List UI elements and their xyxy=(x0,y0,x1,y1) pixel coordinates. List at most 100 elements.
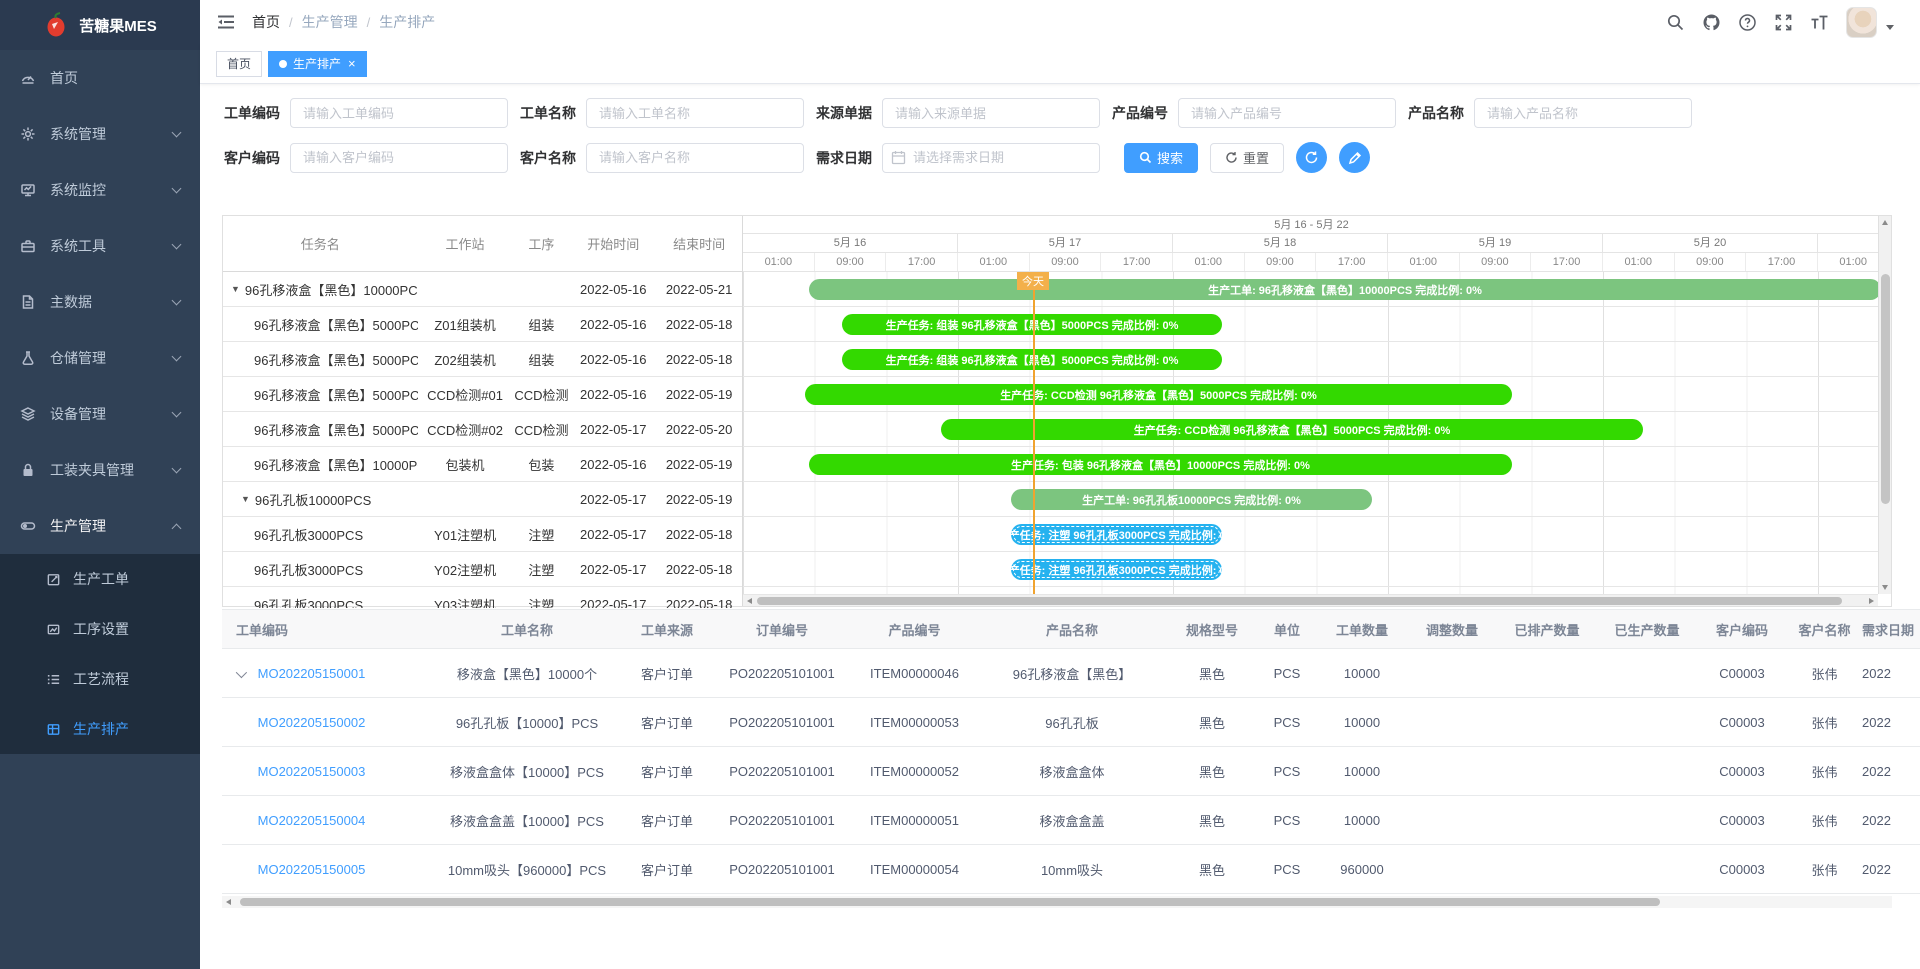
table-horizontal-scrollbar[interactable] xyxy=(222,896,1892,908)
gantt-bar[interactable]: 生产任务: 注塑 96孔孔板3000PCS 完成比例: 0% xyxy=(1011,559,1222,580)
gantt-bar[interactable]: 生产任务: CCD检测 96孔移液盒【黑色】5000PCS 完成比例: 0% xyxy=(805,384,1512,405)
table-row[interactable]: MO202205150004 移液盒盒盖【10000】PCS 客户订单 PO20… xyxy=(222,796,1920,845)
task-name: 96孔孔板3000PCS xyxy=(254,560,363,579)
chevron-down-icon xyxy=(172,240,182,250)
source-doc-input[interactable] xyxy=(882,98,1100,128)
sidebar-item-production[interactable]: 生产管理 xyxy=(0,498,200,554)
reset-button[interactable]: 重置 xyxy=(1210,143,1284,173)
fullscreen-icon[interactable] xyxy=(1774,13,1793,32)
gantt-task-row[interactable]: 96孔孔板3000PCS Y03注塑机 注塑 2022-05-17 2022-0… xyxy=(223,587,742,608)
timeline-range-label: 5月 16 - 5月 22 xyxy=(743,216,1880,234)
sidebar-item-process-flow[interactable]: 工艺流程 xyxy=(0,654,200,704)
tag-close-icon[interactable]: × xyxy=(348,57,356,70)
tag-scheduling[interactable]: 生产排产 × xyxy=(268,51,367,77)
date-picker xyxy=(882,143,1100,173)
gantt-task-row[interactable]: 96孔移液盒【黑色】10000PCS 包装机 包装 2022-05-16 202… xyxy=(223,447,742,482)
demand-date-input[interactable] xyxy=(882,143,1100,173)
sidebar-item-work-order[interactable]: 生产工单 xyxy=(0,554,200,604)
sidebar-item-system-monitor[interactable]: 系统监控 xyxy=(0,162,200,218)
expand-triangle-icon[interactable]: ▼ xyxy=(231,284,240,294)
scrollbar-thumb[interactable] xyxy=(757,597,1842,605)
sidebar-item-home[interactable]: 首页 xyxy=(0,50,200,106)
start-time: 2022-05-17 xyxy=(570,492,656,507)
gantt-task-row[interactable]: 96孔移液盒【黑色】5000PCS Z01组装机 组装 2022-05-16 2… xyxy=(223,307,742,342)
customer-code-input[interactable] xyxy=(290,143,508,173)
monitor-icon xyxy=(20,182,36,198)
gantt-bar[interactable]: 生产工单: 96孔孔板10000PCS 完成比例: 0% xyxy=(1011,489,1372,510)
github-icon[interactable] xyxy=(1702,13,1721,32)
start-time: 2022-05-17 xyxy=(570,597,656,609)
gantt-task-row[interactable]: 96孔移液盒【黑色】5000PCS CCD检测#01 CCD检测 2022-05… xyxy=(223,377,742,412)
sidebar-item-fixtures[interactable]: 工装夹具管理 xyxy=(0,442,200,498)
sidebar-item-master-data[interactable]: 主数据 xyxy=(0,274,200,330)
chevron-down-icon xyxy=(172,464,182,474)
gantt-bar[interactable]: 生产任务: 包装 96孔移液盒【黑色】10000PCS 完成比例: 0% xyxy=(809,454,1512,475)
scroll-up-arrow-icon[interactable] xyxy=(1882,220,1888,225)
work-order-code-link[interactable]: MO202205150001 xyxy=(258,666,366,681)
help-icon[interactable] xyxy=(1738,13,1757,32)
gantt-vertical-scrollbar[interactable] xyxy=(1878,216,1891,594)
work-order-code-link[interactable]: MO202205150005 xyxy=(258,862,366,877)
gantt-bar[interactable]: 生产任务: 组装 96孔移液盒【黑色】5000PCS 完成比例: 0% xyxy=(842,314,1222,335)
sidebar-item-warehouse[interactable]: 仓储管理 xyxy=(0,330,200,386)
expand-triangle-icon[interactable]: ▼ xyxy=(241,494,250,504)
search-button[interactable]: 搜索 xyxy=(1124,143,1198,173)
avatar-caret-icon[interactable] xyxy=(1886,25,1894,30)
sidebar-item-label: 主数据 xyxy=(50,292,173,312)
gantt-task-row[interactable]: ▼ 96孔孔板10000PCS 2022-05-17 2022-05-19 xyxy=(223,482,742,517)
work-order-name-input[interactable] xyxy=(586,98,804,128)
gantt-bar[interactable]: 生产任务: 注塑 96孔孔板3000PCS 完成比例: 0% xyxy=(1011,524,1222,545)
row-expand-icon[interactable] xyxy=(236,666,247,677)
edit-round-button[interactable] xyxy=(1339,142,1370,173)
breadcrumb-production[interactable]: 生产管理 xyxy=(302,12,358,32)
cell-qty: 10000 xyxy=(1317,666,1407,681)
cell-item-no: ITEM00000051 xyxy=(852,813,977,828)
scroll-right-arrow-icon[interactable] xyxy=(1869,598,1874,604)
gantt-task-row[interactable]: 96孔孔板3000PCS Y02注塑机 注塑 2022-05-17 2022-0… xyxy=(223,552,742,587)
search-icon xyxy=(1139,151,1152,164)
gantt-horizontal-scrollbar[interactable] xyxy=(743,594,1878,606)
sidebar-item-system-tools[interactable]: 系统工具 xyxy=(0,218,200,274)
gantt-task-row[interactable]: 96孔孔板3000PCS Y01注塑机 注塑 2022-05-17 2022-0… xyxy=(223,517,742,552)
work-order-code-input[interactable] xyxy=(290,98,508,128)
table-row[interactable]: MO202205150005 10mm吸头【960000】PCS 客户订单 PO… xyxy=(222,845,1920,894)
scroll-left-arrow-icon[interactable] xyxy=(747,598,752,604)
sidebar-item-process-setting[interactable]: 工序设置 xyxy=(0,604,200,654)
work-order-code-link[interactable]: MO202205150002 xyxy=(258,715,366,730)
lock-icon xyxy=(20,462,36,478)
avatar[interactable] xyxy=(1846,7,1877,38)
table-row[interactable]: MO202205150002 96孔孔板【10000】PCS 客户订单 PO20… xyxy=(222,698,1920,747)
work-order-code-link[interactable]: MO202205150003 xyxy=(258,764,366,779)
font-size-icon[interactable] xyxy=(1810,13,1829,32)
breadcrumb-home[interactable]: 首页 xyxy=(252,12,280,32)
cell-work-order-name: 移液盒盒体【10000】PCS xyxy=(432,762,622,781)
gantt-task-row[interactable]: ▼ 96孔移液盒【黑色】10000PCS 2022-05-16 2022-05-… xyxy=(223,272,742,307)
gantt-task-row[interactable]: 96孔移液盒【黑色】5000PCS Z02组装机 组装 2022-05-16 2… xyxy=(223,342,742,377)
sidebar-item-equipment[interactable]: 设备管理 xyxy=(0,386,200,442)
table-row[interactable]: MO202205150003 移液盒盒体【10000】PCS 客户订单 PO20… xyxy=(222,747,1920,796)
work-order-code-link[interactable]: MO202205150004 xyxy=(258,813,366,828)
scrollbar-thumb[interactable] xyxy=(1881,274,1890,504)
scroll-down-arrow-icon[interactable] xyxy=(1882,585,1888,590)
start-time: 2022-05-17 xyxy=(570,422,656,437)
sidebar-item-system-mgmt[interactable]: 系统管理 xyxy=(0,106,200,162)
gantt-task-row[interactable]: 96孔移液盒【黑色】5000PCS CCD检测#02 CCD检测 2022-05… xyxy=(223,412,742,447)
gantt-bar[interactable]: 生产任务: 组装 96孔移液盒【黑色】5000PCS 完成比例: 0% xyxy=(842,349,1222,370)
sidebar-item-scheduling[interactable]: 生产排产 xyxy=(0,704,200,754)
table-row[interactable]: MO202205150001 移液盒【黑色】10000个 客户订单 PO2022… xyxy=(222,649,1920,698)
gantt-bar[interactable]: 生产工单: 96孔移液盒【黑色】10000PCS 完成比例: 0% xyxy=(809,279,1880,300)
workstation: Y02注塑机 xyxy=(418,560,513,579)
product-name-input[interactable] xyxy=(1474,98,1692,128)
search-icon[interactable] xyxy=(1666,13,1685,32)
scroll-left-arrow-icon[interactable] xyxy=(226,899,231,905)
hamburger-icon[interactable] xyxy=(216,12,236,32)
sync-round-button[interactable] xyxy=(1296,142,1327,173)
tag-home[interactable]: 首页 xyxy=(216,51,262,77)
cell-work-order-name: 移液盒盒盖【10000】PCS xyxy=(432,811,622,830)
process: 注塑 xyxy=(512,595,570,609)
table-column-header: 工单数量 xyxy=(1317,620,1407,639)
product-code-input[interactable] xyxy=(1178,98,1396,128)
customer-name-input[interactable] xyxy=(586,143,804,173)
scrollbar-thumb[interactable] xyxy=(240,898,1660,906)
gantt-bar[interactable]: 生产任务: CCD检测 96孔移液盒【黑色】5000PCS 完成比例: 0% xyxy=(941,419,1643,440)
